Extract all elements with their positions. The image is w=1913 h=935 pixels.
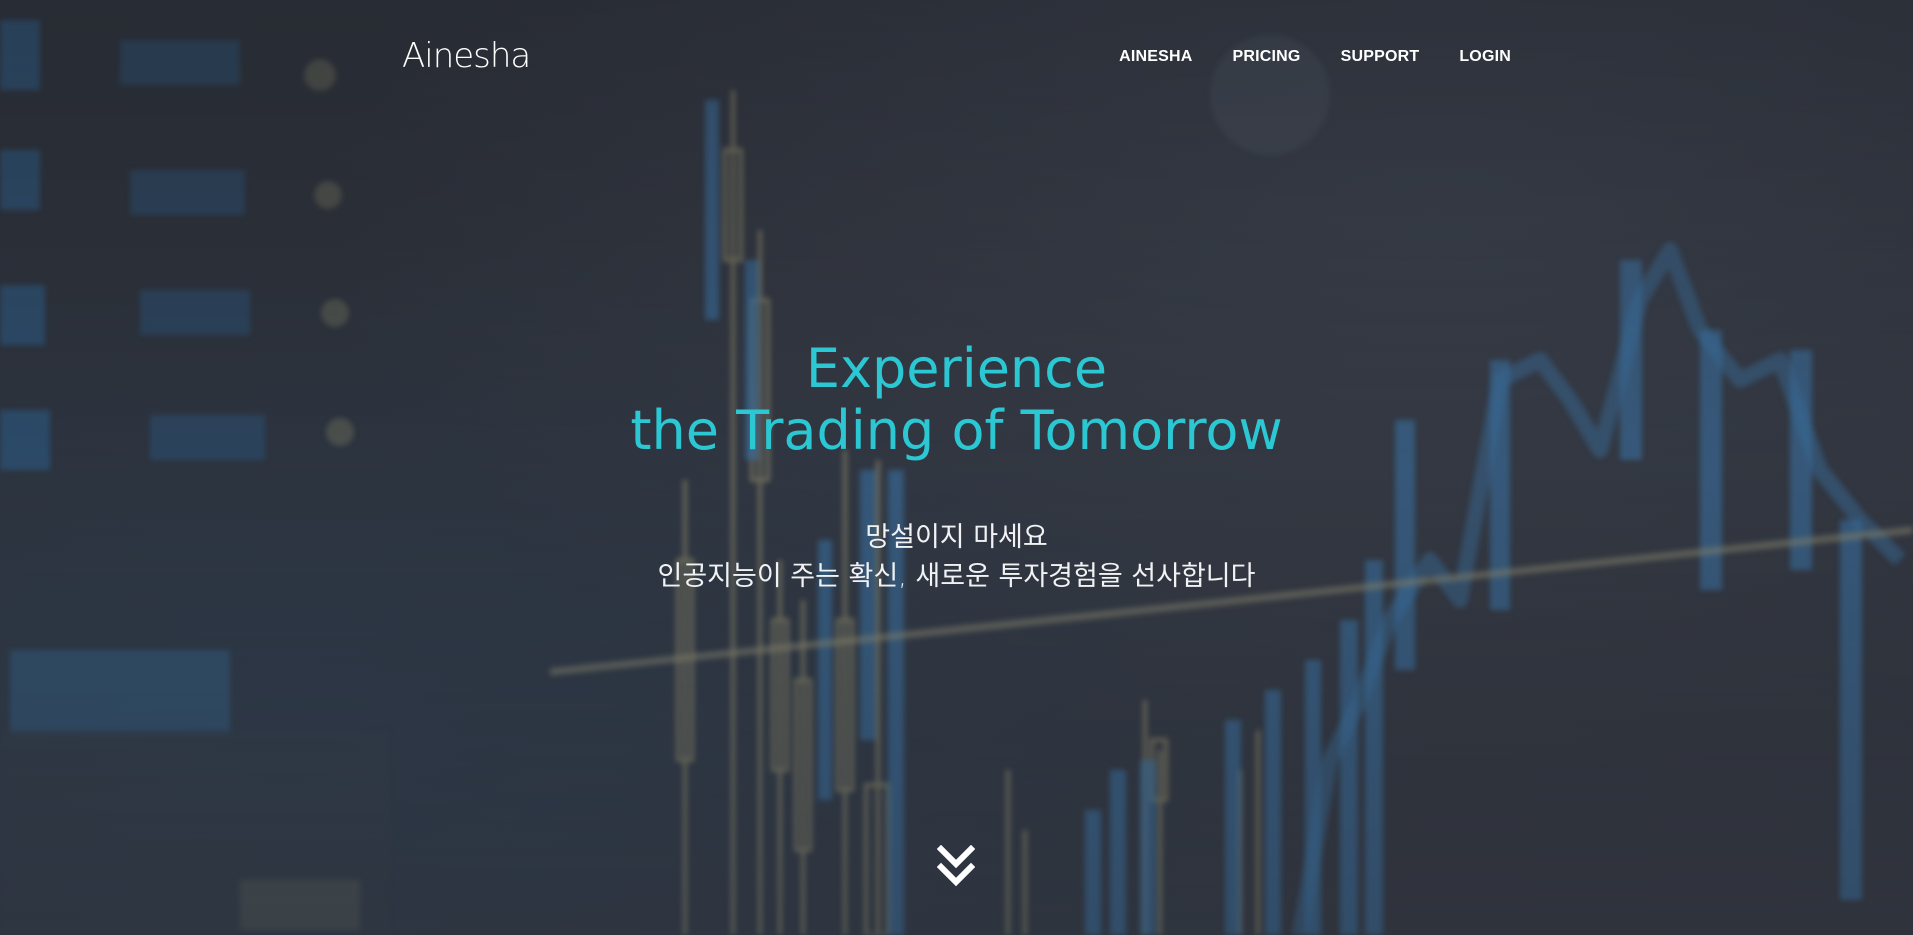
nav-item-ainesha: AINESHA [1119,46,1192,66]
nav-link-ainesha[interactable]: AINESHA [1119,48,1192,65]
nav-link-pricing[interactable]: PRICING [1233,48,1301,65]
hero-subtext: 망설이지 마세요 인공지능이 주는 확신, 새로운 투자경험을 선사합니다 [0,518,1913,596]
hero-headline: Experience the Trading of Tomorrow [0,338,1913,462]
scroll-down-button[interactable] [936,844,976,889]
nav-link-login[interactable]: LOGIN [1459,48,1511,65]
nav-item-support: SUPPORT [1341,46,1420,66]
nav-item-login: LOGIN [1459,46,1511,66]
nav-link-support[interactable]: SUPPORT [1341,48,1420,65]
hero-subtext-line-2: 인공지능이 주는 확신, 새로운 투자경험을 선사합니다 [657,561,1256,592]
nav-item-pricing: PRICING [1233,46,1301,66]
hero-headline-line-2: the Trading of Tomorrow [630,399,1283,462]
double-chevron-down-icon [936,844,976,887]
top-navigation: Ainesha AINESHA PRICING SUPPORT LOGIN [0,0,1913,110]
background-overlay [0,0,1913,935]
brand-logo[interactable]: Ainesha [402,36,531,76]
hero-headline-line-1: Experience [805,337,1108,400]
hero-subtext-line-1: 망설이지 마세요 [865,522,1048,553]
nav-menu: AINESHA PRICING SUPPORT LOGIN [1119,46,1511,66]
hero-section: Ainesha AINESHA PRICING SUPPORT LOGIN Ex… [0,0,1913,935]
